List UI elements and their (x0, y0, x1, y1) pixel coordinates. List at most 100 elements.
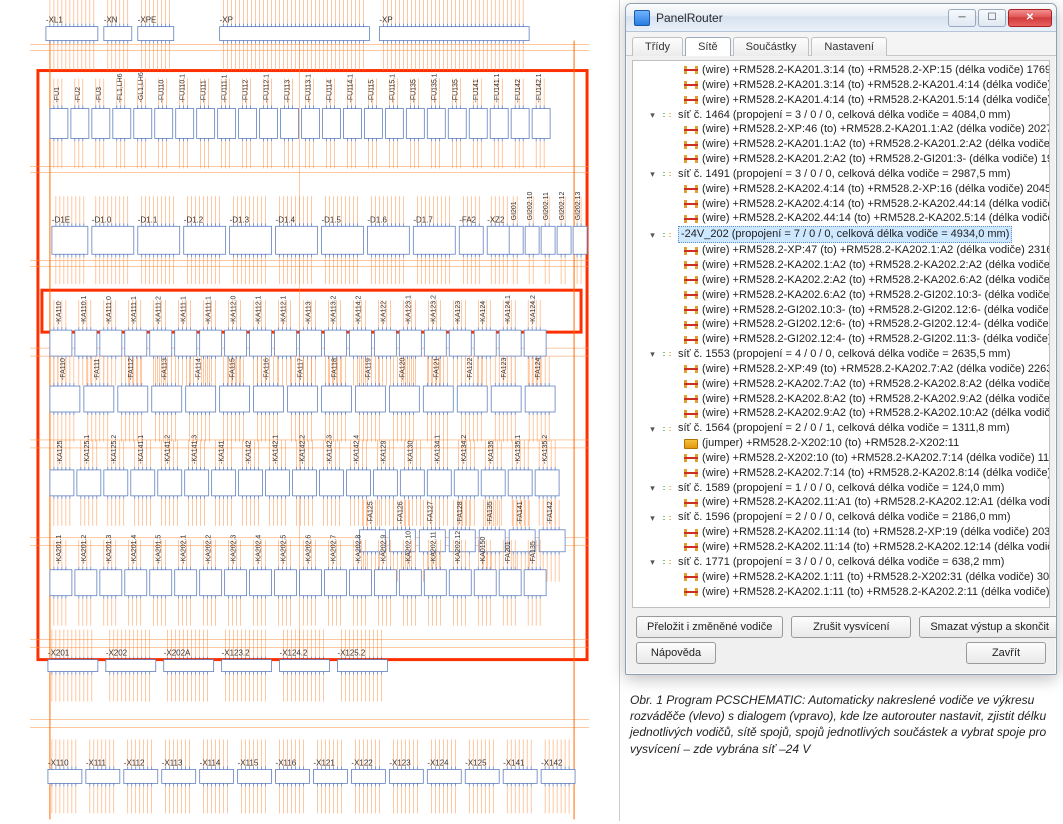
svg-text:-X122: -X122 (351, 758, 373, 767)
svg-text:-FA111: -FA111 (94, 358, 101, 380)
svg-text:-D1.6: -D1.6 (367, 215, 387, 224)
net-icon (660, 512, 674, 524)
expander-icon[interactable]: ▾ (647, 349, 658, 360)
net-node[interactable]: ▾síť č. 1589 (propojení = 1 / 0 / 0, cel… (633, 481, 1049, 496)
wire-node[interactable]: (wire) +RM528.2-KA202.4:14 (to) +RM528.2… (633, 197, 1049, 212)
svg-text:-FU110: -FU110 (159, 80, 166, 103)
tree-item-label: (wire) +RM528.2-KA202.4:14 (to) +RM528.2… (702, 197, 1050, 212)
wire-node[interactable]: (wire) +RM528.2-KA202.44:14 (to) +RM528.… (633, 211, 1049, 226)
svg-text:-FU135.1: -FU135.1 (431, 73, 438, 102)
tree-item-label: (wire) +RM528.2-KA202.7:14 (to) +RM528.2… (702, 466, 1050, 481)
net-node[interactable]: ▾síť č. 1491 (propojení = 3 / 0 / 0, cel… (633, 167, 1049, 182)
wire-node[interactable]: (wire) +RM528.2-KA202.11:14 (to) +RM528.… (633, 540, 1049, 555)
wire-icon (684, 408, 698, 420)
tree-item-label: (wire) +RM528.2-KA202.7:A2 (to) +RM528.2… (702, 377, 1050, 392)
wire-node[interactable]: (wire) +RM528.2-KA202.4:14 (to) +RM528.2… (633, 182, 1049, 197)
wire-node[interactable]: (wire) +RM528.2-GI202.10:3- (to) +RM528.… (633, 303, 1049, 318)
wire-node[interactable]: (wire) +RM528.2-XP:49 (to) +RM528.2-KA20… (633, 362, 1049, 377)
wire-icon (684, 139, 698, 151)
nets-tree[interactable]: (wire) +RM528.2-KA201.3:14 (to) +RM528.2… (632, 60, 1050, 608)
reroute-button[interactable]: Přeložit i změněné vodiče (636, 616, 783, 638)
wire-node[interactable]: (wire) +RM528.2-KA202.7:14 (to) +RM528.2… (633, 466, 1049, 481)
expander-icon[interactable]: ▾ (647, 229, 658, 240)
close-button[interactable]: ✕ (1008, 9, 1052, 27)
wire-node[interactable]: (wire) +RM528.2-KA202.8:A2 (to) +RM528.2… (633, 392, 1049, 407)
net-node[interactable]: ▾ síť č. 1564 (propojení = 2 / 0 / 1, cel… (633, 421, 1049, 436)
svg-text:-KA135.1: -KA135.1 (515, 435, 522, 464)
wire-node[interactable]: (wire) +RM528.2-KA201.1:A2 (to) +RM528.2… (633, 137, 1049, 152)
tab-soucastky[interactable]: Součástky (733, 37, 810, 56)
svg-text:-KA202.6: -KA202.6 (305, 535, 312, 564)
tab-nastaveni[interactable]: Nastavení (811, 37, 887, 56)
expander-icon[interactable]: ▾ (647, 557, 658, 568)
svg-text:-FU113.1: -FU113.1 (305, 74, 312, 103)
wire-node[interactable]: (wire) +RM528.2-KA202.11:14 (to) +RM528.… (633, 525, 1049, 540)
wire-node[interactable]: (wire) +RM528.2-KA201.4:14 (to) +RM528.2… (633, 93, 1049, 108)
svg-text:-FU113: -FU113 (285, 80, 292, 103)
wire-node[interactable]: (wire) +RM528.2-KA202.2:A2 (to) +RM528.2… (633, 273, 1049, 288)
wire-node[interactable]: (wire) +RM528.2-GI202.12:4- (to) +RM528.… (633, 332, 1049, 347)
wire-icon (684, 452, 698, 464)
net-node[interactable]: ▾ síť č. 1553 (propojení = 4 / 0 / 0, cel… (633, 347, 1049, 362)
wire-node[interactable]: (wire) +RM528.2-KA201.3:14 (to) +RM528.2… (633, 78, 1049, 93)
svg-text:-FA2: -FA2 (459, 215, 476, 224)
svg-text:-FA110: -FA110 (60, 358, 67, 380)
wire-node[interactable]: (wire) +RM528.2-KA202.6:A2 (to) +RM528.2… (633, 288, 1049, 303)
tab-tridy[interactable]: Třídy (632, 37, 683, 56)
net-icon (660, 168, 674, 180)
net-node[interactable]: ▾síť č. 1596 (propojení = 2 / 0 / 0, cel… (633, 510, 1049, 525)
svg-text:-FU141: -FU141 (473, 79, 480, 102)
wire-node[interactable]: (wire) +RM528.2-KA202.9:A2 (to) +RM528.2… (633, 406, 1049, 421)
net-node[interactable]: ▾-24V_202 (propojení = 7 / 0 / 0, celkov… (633, 226, 1049, 243)
tab-site[interactable]: Sítě (685, 37, 731, 56)
svg-text:-KA125: -KA125 (57, 441, 64, 464)
relay-row-ka2: -KA125-KA125.1-KA125.2-KA141.1-KA141.2-K… (50, 435, 559, 526)
net-node[interactable]: ▾síť č. 1771 (propojení = 3 / 0 / 0, cel… (633, 555, 1049, 570)
close-dialog-button[interactable]: Zavřít (966, 642, 1046, 664)
delete-exit-button[interactable]: Smazat výstup a skončit (919, 616, 1057, 638)
minimize-button[interactable]: ─ (948, 9, 976, 27)
wire-node[interactable]: (wire) +RM528.2-GI202.12:6- (to) +RM528.… (633, 317, 1049, 332)
svg-text:-FU115.1: -FU115.1 (389, 74, 396, 103)
jumper-node[interactable]: (jumper) +RM528.2-X202:10 (to) +RM528.2-… (633, 436, 1049, 451)
svg-text:-FA135: -FA135 (487, 501, 494, 524)
expander-icon[interactable]: ▾ (647, 109, 658, 120)
schematic-drawing[interactable]: -XL1-XN-XPE-XP-XP -FU1-FU2-FU3-FL1,LH6-G… (0, 0, 620, 821)
svg-text:-KA142.3: -KA142.3 (326, 435, 333, 464)
wire-node[interactable]: (wire) +RM528.2-KA202.1:11 (to) +RM528.2… (633, 570, 1049, 585)
maximize-button[interactable]: ☐ (978, 9, 1006, 27)
net-node[interactable]: ▾síť č. 1464 (propojení = 3 / 0 / 0, cel… (633, 108, 1049, 123)
svg-text:-KA125.1: -KA125.1 (84, 435, 91, 464)
wire-node[interactable]: (wire) +RM528.2-XP:47 (to) +RM528.2-KA20… (633, 243, 1049, 258)
tree-item-label: síť č. 1553 (propojení = 4 / 0 / 0, celk… (678, 347, 1010, 362)
wire-node[interactable]: (wire) +RM528.2-KA202.11:A1 (to) +RM528.… (633, 495, 1049, 510)
expander-icon[interactable]: ▾ (647, 512, 658, 523)
wire-node[interactable]: (wire) +RM528.2-KA202.1:11 (to) +RM528.2… (633, 585, 1049, 600)
wire-node[interactable]: (wire) +RM528.2-KA201.3:14 (to) +RM528.2… (633, 63, 1049, 78)
svg-text:-FA112: -FA112 (128, 358, 135, 380)
expander-icon[interactable]: ▾ (647, 423, 658, 434)
svg-text:-X125.2: -X125.2 (337, 649, 365, 658)
svg-text:-KA202.12: -KA202.12 (455, 531, 462, 564)
svg-text:-FU3: -FU3 (96, 87, 103, 103)
svg-text:-FL1,LH6: -FL1,LH6 (117, 73, 124, 102)
cancel-highlight-button[interactable]: Zrušit vysvícení (791, 616, 911, 638)
dialog-titlebar[interactable]: PanelRouter ─ ☐ ✕ (626, 4, 1056, 32)
wire-icon (684, 94, 698, 106)
expander-icon[interactable]: ▾ (647, 169, 658, 180)
svg-text:-KA142.1: -KA142.1 (273, 435, 280, 464)
expander-icon[interactable]: ▾ (647, 483, 658, 494)
tree-item-label: síť č. 1564 (propojení = 2 / 0 / 1, celk… (678, 421, 1010, 436)
tree-item-label: (wire) +RM528.2-GI202.10:3- (to) +RM528.… (702, 303, 1050, 318)
svg-text:-KA201.5: -KA201.5 (156, 535, 163, 564)
svg-text:-KA202.10: -KA202.10 (405, 531, 412, 564)
help-button[interactable]: Nápověda (636, 642, 716, 664)
wire-node[interactable]: (wire) +RM528.2-KA201.2:A2 (to) +RM528.2… (633, 152, 1049, 167)
svg-text:-FA127: -FA127 (427, 501, 434, 524)
svg-text:-FU1: -FU1 (54, 87, 61, 103)
wire-node[interactable]: (wire) +RM528.2-X202:10 (to) +RM528.2-KA… (633, 451, 1049, 466)
wire-node[interactable]: (wire) +RM528.2-XP:46 (to) +RM528.2-KA20… (633, 122, 1049, 137)
wire-node[interactable]: (wire) +RM528.2-KA202.1:A2 (to) +RM528.2… (633, 258, 1049, 273)
svg-text:-KA135.2: -KA135.2 (542, 435, 549, 464)
wire-node[interactable]: (wire) +RM528.2-KA202.7:A2 (to) +RM528.2… (633, 377, 1049, 392)
